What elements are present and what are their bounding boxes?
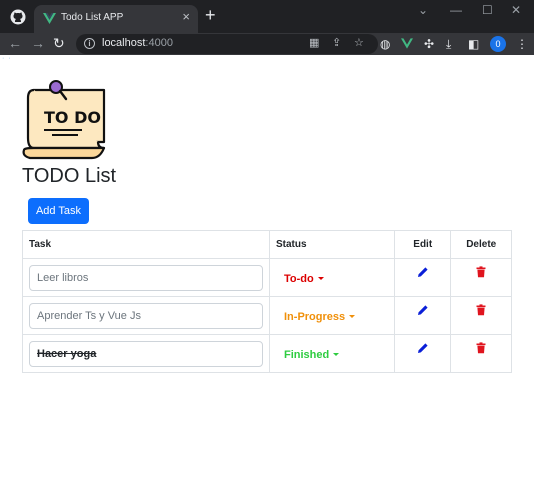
- pencil-icon[interactable]: [417, 304, 429, 316]
- minimize-button[interactable]: —: [450, 2, 462, 18]
- task-input[interactable]: Hacer yoga: [29, 340, 263, 367]
- vue-devtools-icon[interactable]: [401, 38, 413, 49]
- trash-icon[interactable]: [475, 342, 487, 354]
- reload-icon[interactable]: ↻: [53, 36, 65, 51]
- table-header-row: Task Status Edit Delete: [22, 230, 512, 259]
- task-input[interactable]: Leer libros: [29, 264, 263, 291]
- trash-icon[interactable]: [475, 266, 487, 278]
- extensions-puzzle-icon[interactable]: ✣: [424, 37, 434, 51]
- browser-tab-active[interactable]: Todo List APP ×: [34, 5, 198, 33]
- back-icon[interactable]: ←: [8, 36, 22, 51]
- tab-search-icon[interactable]: ⌄: [418, 2, 428, 18]
- site-info-icon[interactable]: i: [84, 38, 95, 49]
- new-tab-button[interactable]: +: [205, 6, 216, 24]
- header-delete: Delete: [450, 230, 512, 259]
- task-input[interactable]: Aprender Ts y Vue Js: [29, 302, 263, 329]
- tab-title: Todo List APP: [61, 12, 124, 23]
- browser-toolbar: ← → ↻ i localhost:4000 ▦ ⇪ ☆ ◍ ✣ ⤓ ◧ 0 ⋮: [0, 33, 534, 55]
- caret-down-icon: [333, 353, 340, 357]
- tasks-table: Task Status Edit Delete Leer libros To-d…: [22, 230, 512, 373]
- header-edit: Edit: [394, 230, 452, 259]
- forward-icon[interactable]: →: [31, 36, 45, 51]
- page-title: TODO List: [22, 165, 117, 187]
- browser-tab-bar: Todo List APP × + ⌄ — ☐ ✕: [0, 0, 534, 33]
- maximize-button[interactable]: ☐: [482, 2, 493, 18]
- address-bar[interactable]: i localhost:4000 ▦ ⇪ ☆: [76, 34, 378, 54]
- logo-text: TO DO: [44, 108, 101, 127]
- status-dropdown[interactable]: Finished: [284, 349, 340, 361]
- vue-logo-icon: [43, 13, 56, 24]
- side-panel-icon[interactable]: ◧: [468, 37, 479, 51]
- share-icon[interactable]: ⇪: [332, 37, 341, 50]
- url-text[interactable]: localhost:4000: [102, 37, 173, 49]
- status-dropdown[interactable]: To-do: [284, 273, 324, 285]
- pencil-icon[interactable]: [417, 266, 429, 278]
- header-status: Status: [268, 230, 396, 259]
- header-task: Task: [22, 230, 270, 259]
- caret-down-icon: [349, 315, 356, 319]
- table-row: Leer libros To-do: [22, 258, 512, 297]
- menu-kebab-icon[interactable]: ⋮: [516, 37, 528, 51]
- add-task-button[interactable]: Add Task: [28, 198, 89, 224]
- status-dropdown[interactable]: In-Progress: [284, 311, 356, 323]
- close-window-button[interactable]: ✕: [511, 2, 521, 18]
- todo-logo-icon: TO DO: [22, 80, 106, 160]
- bookmark-star-icon[interactable]: ☆: [354, 37, 364, 50]
- translate-icon[interactable]: ▦: [309, 37, 319, 50]
- trash-icon[interactable]: [475, 304, 487, 316]
- globe-extension-icon[interactable]: ◍: [380, 37, 390, 51]
- table-row: Aprender Ts y Vue Js In-Progress: [22, 296, 512, 335]
- table-row: Hacer yoga Finished: [22, 334, 512, 373]
- caret-down-icon: [317, 277, 324, 281]
- pencil-icon[interactable]: [417, 342, 429, 354]
- tab-close-icon[interactable]: ×: [182, 10, 190, 24]
- profile-avatar[interactable]: 0: [490, 36, 506, 52]
- github-icon[interactable]: [10, 9, 26, 25]
- page-edge-marks: · ·: [2, 55, 12, 62]
- download-icon[interactable]: ⤓: [446, 37, 451, 51]
